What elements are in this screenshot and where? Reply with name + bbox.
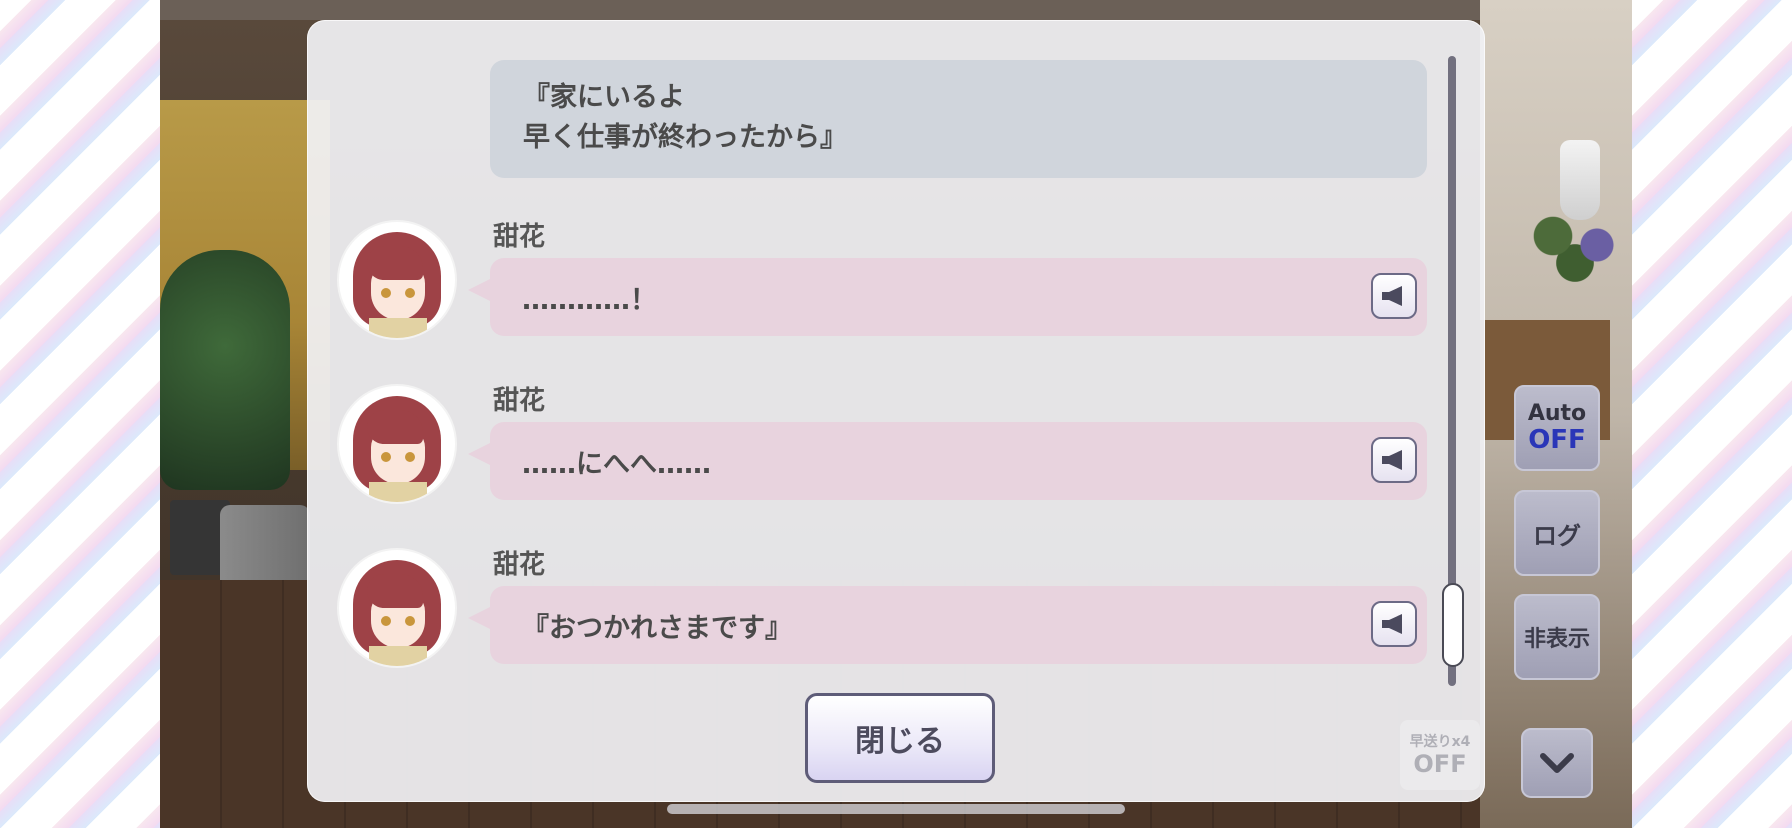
log-entry-speech: …………！ [468,258,1427,336]
speaker-name: 甜花 [493,222,546,252]
log-line: 『おつかれさまです』 [522,612,792,644]
speaker-icon [1382,450,1402,470]
log-scrollbar-thumb[interactable] [1442,583,1464,667]
log-entry-speech: 『おつかれさまです』 [468,586,1427,664]
log-entry-speech: ……にへへ…… [468,422,1427,500]
speaker-name: 甜花 [493,386,546,416]
fast-forward-button[interactable]: 早送りx4 OFF [1400,720,1480,790]
scene-herbs [1520,200,1630,290]
speaker-icon [1382,286,1402,306]
advance-button[interactable] [1521,728,1593,798]
hide-ui-button[interactable]: 非表示 [1514,594,1600,680]
log-line: 早く仕事が終わったから』 [523,122,847,153]
voice-replay-button[interactable] [1371,601,1417,647]
tenka-avatar [339,386,455,502]
log-line: 『家にいるよ [523,82,685,113]
tenka-avatar [339,550,455,666]
log-button[interactable]: ログ [1514,490,1600,576]
bottom-handle-bar [667,804,1125,814]
close-log-button[interactable]: 閉じる [805,693,995,783]
speaker-icon [1382,614,1402,634]
chevron-down-icon [1540,753,1574,773]
voice-replay-button[interactable] [1371,273,1417,319]
left-stripe-decoration [0,0,160,828]
log-line: ……にへへ…… [522,448,711,480]
right-stripe-decoration [1632,0,1792,828]
dialogue-log-panel: 『家にいるよ 早く仕事が終わったから』 甜花 …………！ 甜花 ……にへへ…… [307,20,1485,802]
auto-state: OFF [1528,425,1586,455]
tenka-avatar [339,222,455,338]
fast-forward-state: OFF [1413,750,1467,778]
log-entry-narration: 『家にいるよ 早く仕事が終わったから』 [490,60,1427,178]
speaker-name: 甜花 [493,550,546,580]
fast-forward-label: 早送りx4 [1409,734,1471,750]
auto-toggle-button[interactable]: Auto OFF [1514,385,1600,471]
voice-replay-button[interactable] [1371,437,1417,483]
scene-plant [160,250,290,490]
log-line: …………！ [522,284,657,316]
scene-window-band [160,0,1632,20]
auto-label: Auto [1527,401,1587,426]
